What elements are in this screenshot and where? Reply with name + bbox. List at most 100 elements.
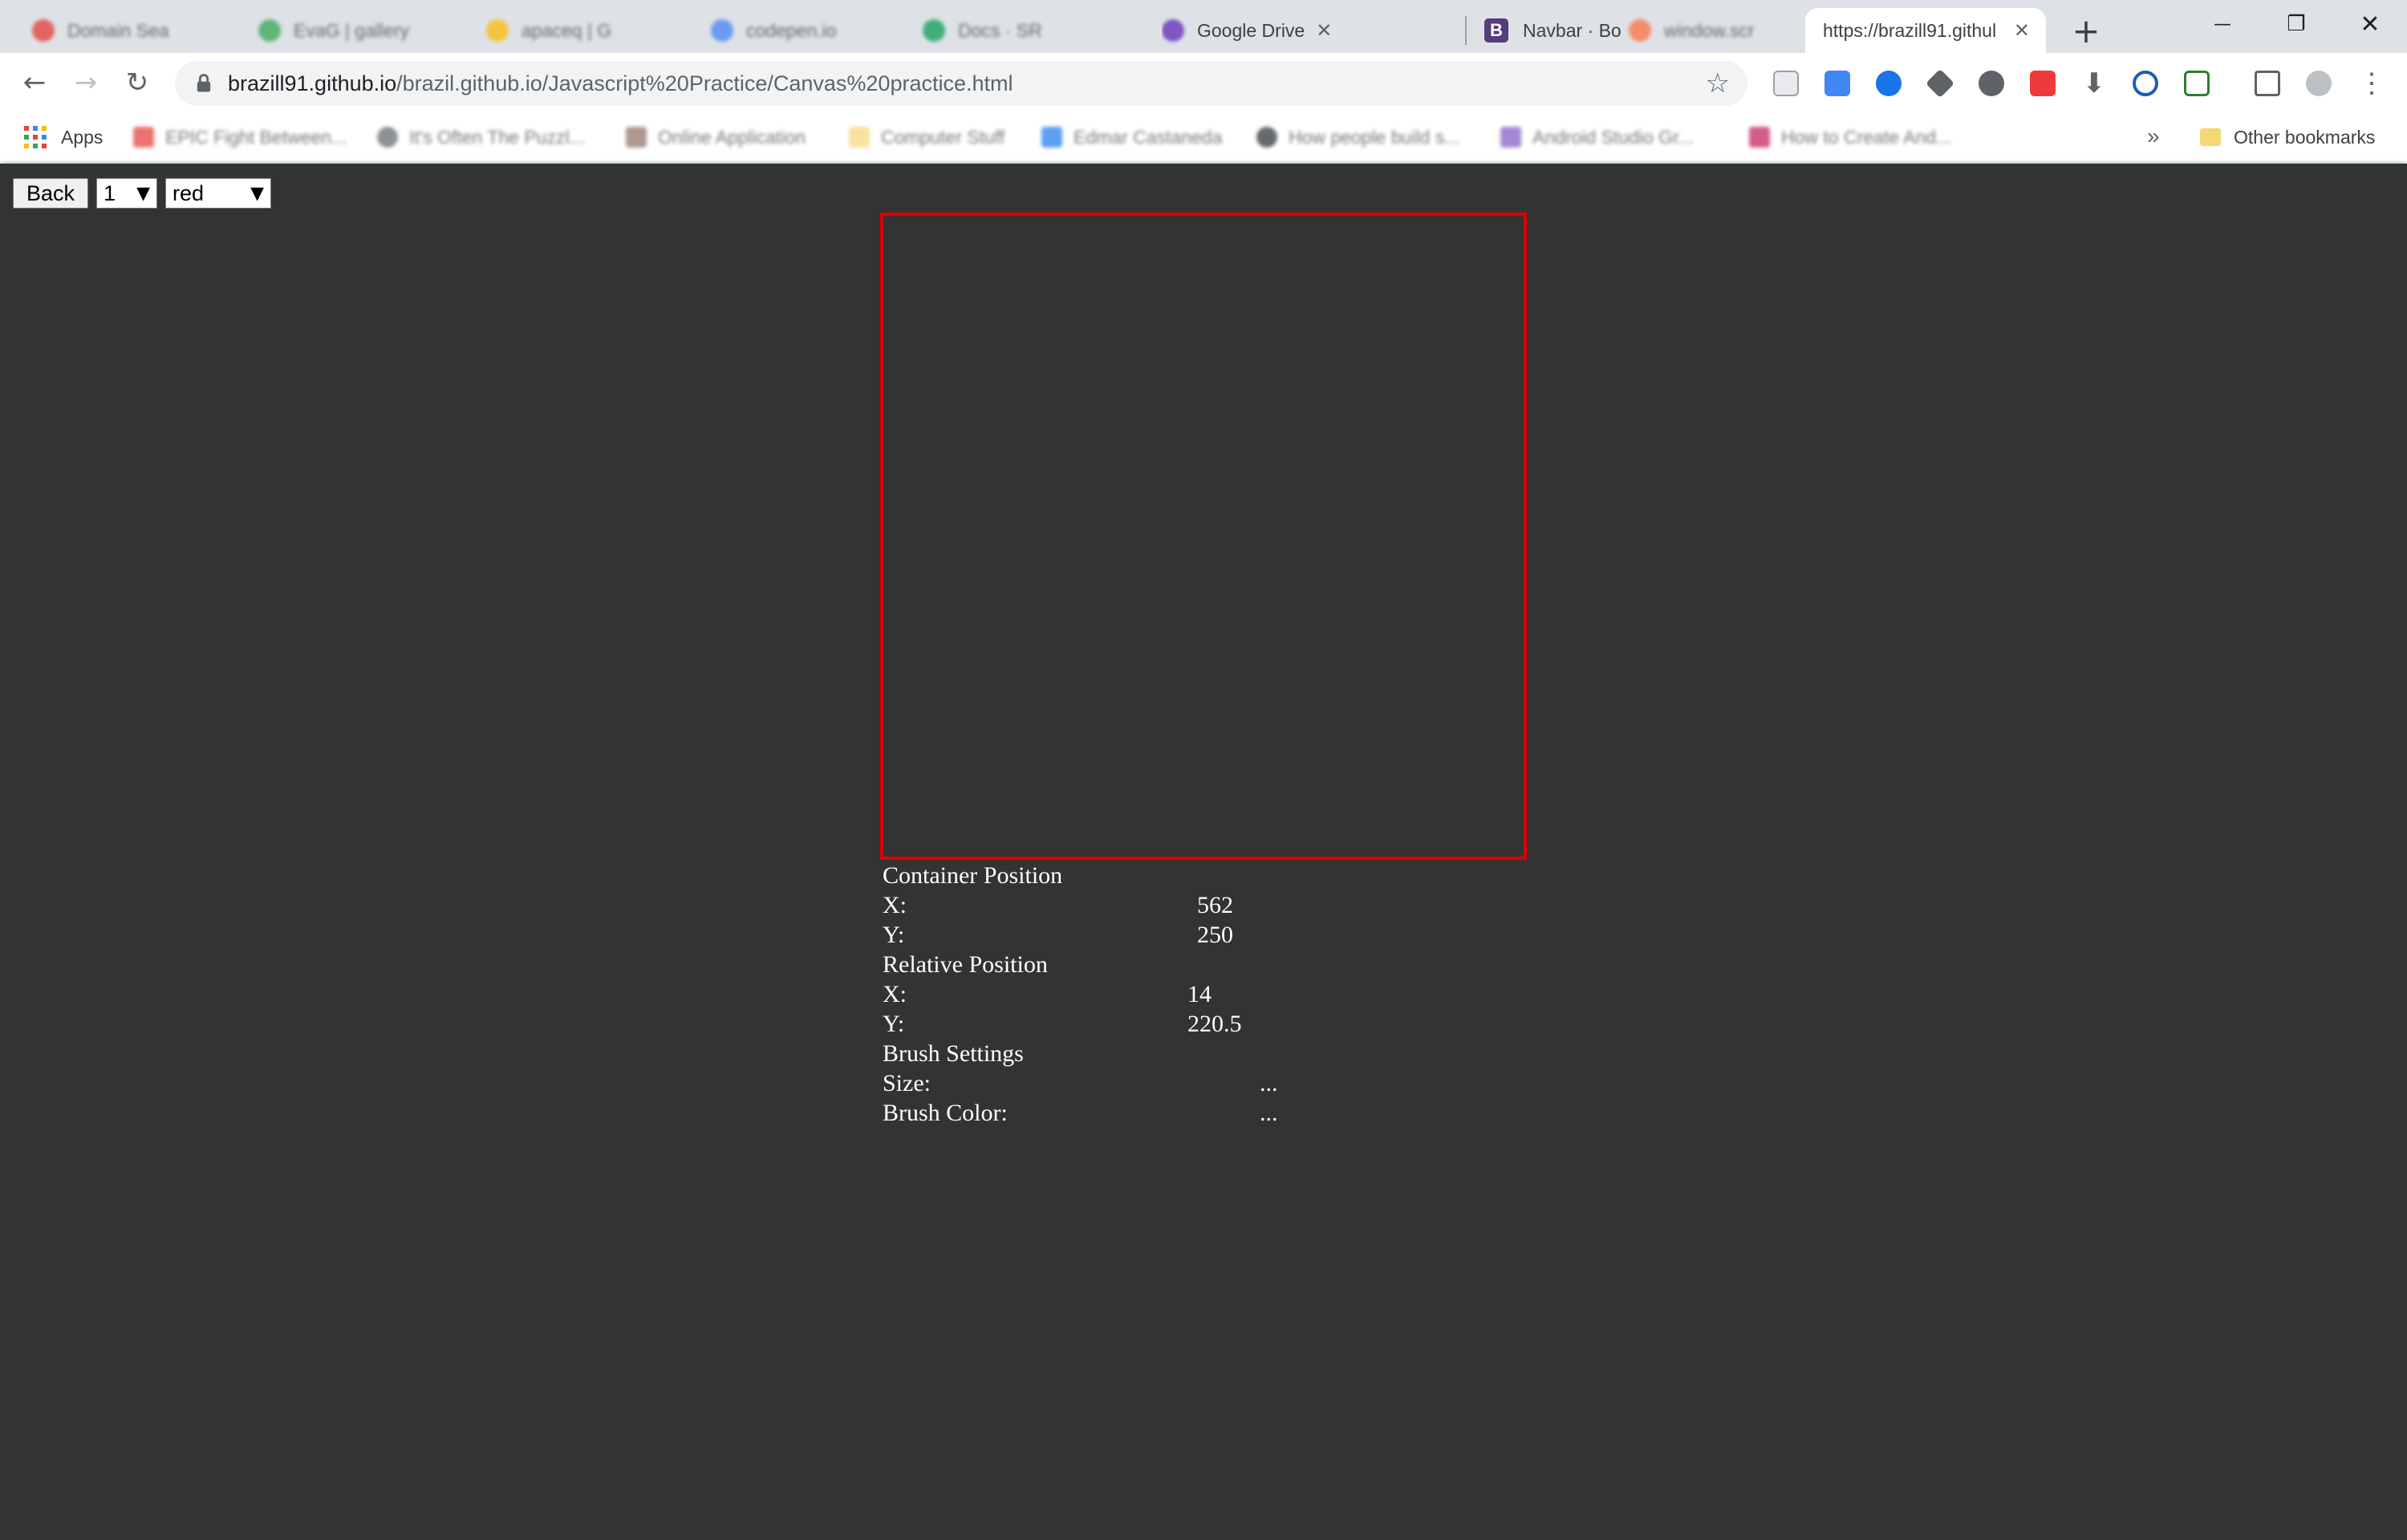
extension-icon[interactable]: [1773, 71, 1799, 96]
bookmark-favicon-icon: [626, 127, 647, 148]
browser-tab-active[interactable]: https://brazill91.githul ✕: [1805, 8, 2046, 53]
browser-tab[interactable]: window.scr: [1629, 8, 1789, 53]
bookmarks-overflow-button[interactable]: »: [2147, 124, 2160, 149]
address-bar[interactable]: brazill91.github.io/brazil.github.io/Jav…: [175, 61, 1747, 106]
browser-tab[interactable]: EvaG | gallery: [258, 8, 467, 53]
extension-icon[interactable]: [1876, 71, 1902, 96]
tab-strip: Domain Sea EvaG | gallery apaceq | G cod…: [0, 0, 2407, 53]
tab-title: apaceq | G: [522, 19, 612, 41]
bookmark-item[interactable]: How people build s...: [1256, 124, 1460, 151]
brush-color-value: red: [173, 180, 205, 205]
container-position-label: Container Position: [883, 862, 1063, 889]
bookmark-item[interactable]: Online Application: [626, 124, 806, 151]
bookmark-label: Android Studio Gr...: [1532, 126, 1694, 148]
tab-divider: [1465, 16, 1467, 45]
drive-icon[interactable]: [1925, 68, 1955, 99]
tab-title: window.scr: [1664, 19, 1755, 41]
other-bookmarks-folder[interactable]: Other bookmarks: [2200, 124, 2375, 151]
tab-title: EvaG | gallery: [294, 19, 410, 41]
brush-settings-heading: Brush Settings: [883, 1039, 1062, 1068]
relative-y-row: Y: 220.5: [883, 1009, 1242, 1039]
browser-tab[interactable]: Docs · SR: [923, 8, 1131, 53]
url-host: brazill91.github.io: [228, 71, 397, 95]
block-icon[interactable]: [2133, 71, 2158, 96]
brush-settings-label: Brush Settings: [883, 1040, 1024, 1067]
extension-icon[interactable]: [1825, 71, 1850, 96]
tab-favicon-icon: [923, 19, 945, 42]
bookmark-item[interactable]: Android Studio Gr...: [1500, 124, 1694, 151]
window-close-button[interactable]: ✕: [2333, 0, 2407, 48]
browser-tab[interactable]: apaceq | G: [486, 8, 695, 53]
bookmark-label: Computer Stuff: [881, 126, 1005, 148]
tab-title: codepen.io: [746, 19, 837, 41]
bookmark-label: It's Often The Puzzl...: [409, 126, 585, 148]
brush-size-select[interactable]: 1 ▼: [96, 178, 158, 209]
extension-icon[interactable]: [1979, 71, 2004, 96]
brush-color-label: Brush Color:: [883, 1100, 1008, 1126]
forward-arrow-icon[interactable]: →: [67, 64, 104, 101]
tab-favicon-icon: [711, 19, 733, 42]
brush-size-readout: ...: [1260, 1070, 1278, 1096]
page-top-edge: [0, 164, 2407, 178]
bookmark-favicon-icon: [133, 127, 154, 148]
canvas-controls: Back 1 ▼ red ▼: [13, 178, 272, 209]
apps-shortcut[interactable]: Apps: [24, 124, 103, 151]
bookmark-label: Edmar Castaneda: [1074, 126, 1223, 148]
browser-tab[interactable]: Domain Sea: [32, 8, 233, 53]
tab-title: Docs · SR: [958, 19, 1042, 41]
drawing-canvas[interactable]: [880, 213, 1527, 860]
bookmark-favicon-icon: [1749, 127, 1770, 148]
new-tab-button[interactable]: +: [2067, 11, 2105, 51]
back-arrow-icon[interactable]: ←: [16, 64, 53, 101]
container-y-value: 250: [1197, 922, 1233, 948]
url-path: /brazil.github.io/Javascript%20Practice/…: [396, 71, 1013, 95]
extension-icon[interactable]: [2184, 71, 2210, 96]
url-text[interactable]: brazill91.github.io/brazil.github.io/Jav…: [228, 71, 1013, 96]
folder-icon: [2200, 128, 2221, 146]
tab-favicon-icon: [258, 19, 281, 42]
bookmark-label: How to Create And...: [1781, 126, 1952, 148]
relative-x-row: X: 14: [883, 979, 1212, 1009]
relative-y-label: Y:: [883, 1011, 905, 1037]
minimize-button[interactable]: —: [2186, 0, 2259, 48]
bookmark-item[interactable]: Edmar Castaneda: [1041, 124, 1222, 151]
brush-size-row: Size: ...: [883, 1068, 1278, 1098]
bookmark-label: Online Application: [658, 126, 806, 148]
brush-color-row: Brush Color: ...: [883, 1098, 1278, 1128]
tab-close-icon[interactable]: ✕: [1316, 19, 1332, 43]
tab-close-icon[interactable]: ✕: [2014, 19, 2030, 43]
apps-grid-icon: [24, 126, 47, 148]
restore-button[interactable]: ❐: [2259, 0, 2333, 48]
menu-kebab-icon[interactable]: ⋮: [2358, 68, 2385, 99]
relative-position-heading: Relative Position: [883, 950, 1062, 979]
bookmark-folder-icon: [849, 127, 870, 148]
lock-icon: [197, 74, 211, 92]
browser-tab-google-drive[interactable]: Google Drive ✕: [1162, 8, 1451, 53]
bookmark-star-icon[interactable]: ☆: [1706, 67, 1730, 99]
container-x-label: X:: [883, 892, 907, 918]
browser-tab-navbar[interactable]: B Navbar · Bo: [1484, 8, 1622, 53]
container-x-row: X: 562: [883, 890, 1233, 920]
browser-tab[interactable]: codepen.io: [711, 8, 903, 53]
bookmark-label: EPIC Fight Between...: [165, 126, 347, 148]
bookmark-favicon-icon: [1041, 127, 1062, 148]
other-bookmarks-label: Other bookmarks: [2234, 126, 2376, 148]
cast-icon[interactable]: [2255, 71, 2280, 96]
pocket-icon[interactable]: [2030, 71, 2056, 96]
download-icon[interactable]: ⬇: [2081, 67, 2107, 99]
bookmark-item[interactable]: It's Often The Puzzl...: [377, 124, 585, 151]
tab-title: https://brazill91.githul: [1823, 19, 1997, 41]
profile-avatar-icon[interactable]: [2306, 71, 2332, 96]
reload-icon[interactable]: ↻: [119, 64, 156, 101]
brush-color-select[interactable]: red ▼: [165, 178, 272, 209]
bookmarks-bar: Apps EPIC Fight Between... It's Often Th…: [0, 112, 2407, 164]
bookmark-item[interactable]: Computer Stuff: [849, 124, 1005, 151]
position-info: Container Position X: 562 Y: 250 Relativ…: [883, 861, 1278, 1128]
bootstrap-icon: B: [1484, 18, 1508, 43]
bookmark-favicon-icon: [1500, 127, 1521, 148]
back-button[interactable]: Back: [13, 178, 89, 209]
relative-y-value: 220.5: [1187, 1011, 1242, 1037]
bookmark-item[interactable]: EPIC Fight Between...: [133, 124, 347, 151]
container-x-value: 562: [1197, 892, 1233, 918]
bookmark-item[interactable]: How to Create And...: [1749, 124, 1951, 151]
